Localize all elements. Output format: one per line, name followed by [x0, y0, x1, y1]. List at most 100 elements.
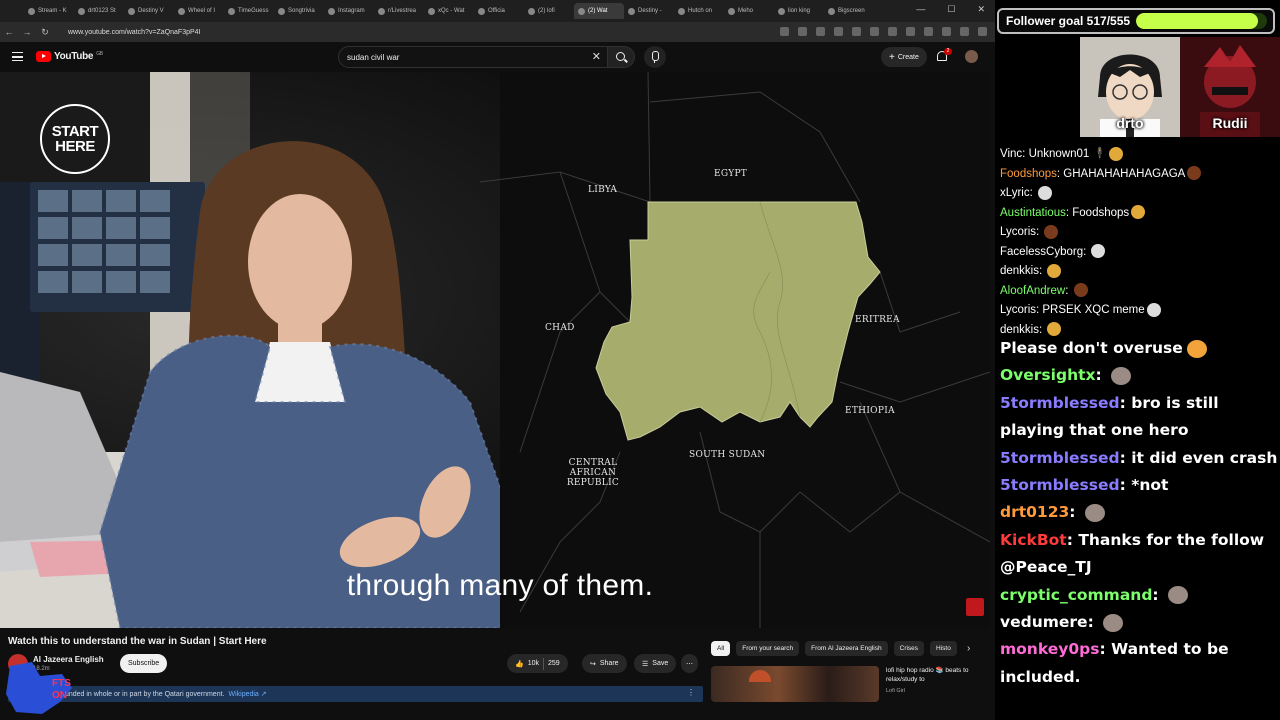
browser-tab[interactable]: Instagram: [324, 3, 374, 19]
browser-tab[interactable]: r/Livestrea: [374, 3, 424, 19]
chat-message: Foodshops: GHAHAHAHAHAGAGA: [1000, 165, 1278, 185]
tab-label: Destiny -: [638, 8, 662, 14]
chat-username[interactable]: drt0123: [1000, 503, 1069, 521]
back-icon[interactable]: ←: [0, 27, 18, 37]
chat-emote-icon: [1186, 339, 1207, 358]
wikipedia-link[interactable]: Wikipedia ↗: [228, 690, 266, 698]
browser-tab[interactable]: (2) Wat: [574, 3, 624, 19]
chat-username[interactable]: FacelessCyborg: [1000, 246, 1083, 258]
chat-username[interactable]: Lycoris: [1000, 226, 1036, 238]
pill-divider: [543, 657, 545, 670]
chip-history[interactable]: Histo: [930, 641, 957, 656]
follower-goal-label: Follower goal 517/555: [1006, 14, 1131, 28]
browser-tab[interactable]: lion king: [774, 3, 824, 19]
browser-tab[interactable]: Destiny V: [124, 3, 174, 19]
browser-tab[interactable]: drt0123 St: [74, 3, 124, 19]
chevron-right-icon[interactable]: ›: [967, 643, 970, 654]
chat-username[interactable]: denkkis: [1000, 324, 1039, 336]
browser-tab[interactable]: Bigscreen: [824, 3, 874, 19]
chat-username[interactable]: AloofAndrew: [1000, 285, 1065, 297]
like-count[interactable]: 10k: [528, 660, 539, 667]
maximize-icon[interactable]: ☐: [947, 4, 955, 15]
tab-label: Stream - K: [38, 8, 67, 14]
extension-icon[interactable]: [798, 27, 807, 36]
video-player[interactable]: START HERE LIBYA EGYPT CHAD ERITREA ETHI…: [0, 72, 990, 628]
chat-text: Foodshops: [1072, 206, 1130, 219]
extension-icon[interactable]: [888, 27, 897, 36]
browser-tab[interactable]: TimeGuess: [224, 3, 274, 19]
reload-icon[interactable]: ↻: [36, 27, 54, 38]
chat-message: vedumere:: [1000, 609, 1278, 636]
extension-icon[interactable]: [924, 27, 933, 36]
voice-search-button[interactable]: [644, 46, 666, 68]
chat-username[interactable]: cryptic_command: [1000, 586, 1152, 604]
extension-icon[interactable]: [870, 27, 879, 36]
notice-menu-icon[interactable]: ⋮: [687, 688, 695, 697]
browser-tab[interactable]: Wheel of I: [174, 3, 224, 19]
chat-username[interactable]: denkkis: [1000, 265, 1039, 277]
streamer-overlay-logo: FTS ON: [6, 662, 72, 714]
comment-count[interactable]: 259: [548, 660, 560, 667]
menu-icon[interactable]: [12, 52, 23, 61]
search-input[interactable]: sudan civil war ✕: [338, 46, 608, 68]
browser-tab[interactable]: Officia: [474, 3, 524, 19]
minimize-icon[interactable]: —: [916, 4, 925, 15]
extension-icon[interactable]: [960, 27, 969, 36]
extension-icon[interactable]: [780, 27, 789, 36]
chat-username[interactable]: Austintatious: [1000, 207, 1066, 219]
extension-icon[interactable]: [906, 27, 915, 36]
address-bar: ← → ↻ www.youtube.com/watch?v=ZaQnaF3pP4…: [0, 22, 995, 42]
extension-icon[interactable]: [852, 27, 861, 36]
extension-icon[interactable]: [942, 27, 951, 36]
subscribe-button[interactable]: Subscribe: [120, 654, 168, 673]
browser-tab[interactable]: Songtrivia: [274, 3, 324, 19]
clear-search-icon[interactable]: ✕: [592, 50, 601, 63]
share-button[interactable]: ↪ Share: [582, 654, 627, 673]
browser-tab[interactable]: Meho: [724, 3, 774, 19]
recommended-video-title[interactable]: lofi hip hop radio 📚 beats to relax/stud…: [886, 666, 986, 684]
chat-username[interactable]: KickBot: [1000, 531, 1067, 549]
browser-tab[interactable]: (2) lofi: [524, 3, 574, 19]
chat-username[interactable]: 5tormblessed: [1000, 394, 1120, 412]
like-icon[interactable]: 👍: [515, 660, 524, 668]
tab-favicon-icon: [728, 7, 735, 15]
save-button[interactable]: ☰ Save: [634, 654, 677, 673]
browser-tab[interactable]: xQc - Wat: [424, 3, 474, 19]
extension-icon[interactable]: [978, 27, 987, 36]
browser-tab[interactable]: Stream - K: [24, 3, 74, 19]
url-field[interactable]: www.youtube.com/watch?v=ZaQnaF3pP4I: [68, 29, 200, 36]
recommended-video-thumbnail[interactable]: [711, 666, 879, 702]
extension-icon[interactable]: [816, 27, 825, 36]
tab-favicon-icon: [328, 7, 335, 15]
chat-username[interactable]: vedumere: [1000, 613, 1088, 631]
chip-crises[interactable]: Crises: [893, 641, 925, 656]
chat-username[interactable]: Oversightx: [1000, 366, 1096, 384]
youtube-logo[interactable]: YouTube GB: [36, 51, 103, 62]
search-button[interactable]: [607, 46, 635, 68]
browser-tab[interactable]: Destiny -: [624, 3, 674, 19]
chat-message: KickBot: Thanks for the follow @Peace_TJ: [1000, 527, 1278, 582]
chat-separator: :: [1065, 284, 1072, 297]
share-icon: ↪: [590, 660, 596, 668]
chat-username[interactable]: 5tormblessed: [1000, 476, 1120, 494]
chat-username[interactable]: Foodshops: [1000, 168, 1057, 180]
channel-watermark-icon[interactable]: [966, 598, 984, 616]
chat-username[interactable]: xLyric: [1000, 187, 1030, 199]
extension-icon[interactable]: [834, 27, 843, 36]
chat-username[interactable]: Lycoris: [1000, 304, 1036, 316]
account-avatar[interactable]: [965, 50, 978, 63]
chat-username[interactable]: 5tormblessed: [1000, 449, 1120, 467]
forward-icon[interactable]: →: [18, 27, 36, 37]
chat-username[interactable]: Vinc: [1000, 148, 1022, 160]
chip-from-channel[interactable]: From Al Jazeera English: [805, 641, 888, 656]
chip-from-search[interactable]: From your search: [736, 641, 800, 656]
create-button[interactable]: + Create: [881, 47, 927, 67]
notification-count-badge: 2: [944, 48, 952, 55]
chip-all[interactable]: All: [711, 641, 731, 656]
chat-emote-icon: [1111, 366, 1132, 385]
close-icon[interactable]: ✕: [977, 4, 985, 15]
chat-username[interactable]: monkey0ps: [1000, 640, 1099, 658]
chat-separator: :: [1039, 265, 1046, 277]
more-actions-button[interactable]: ⋯: [681, 654, 698, 673]
browser-tab[interactable]: Hutch on: [674, 3, 724, 19]
